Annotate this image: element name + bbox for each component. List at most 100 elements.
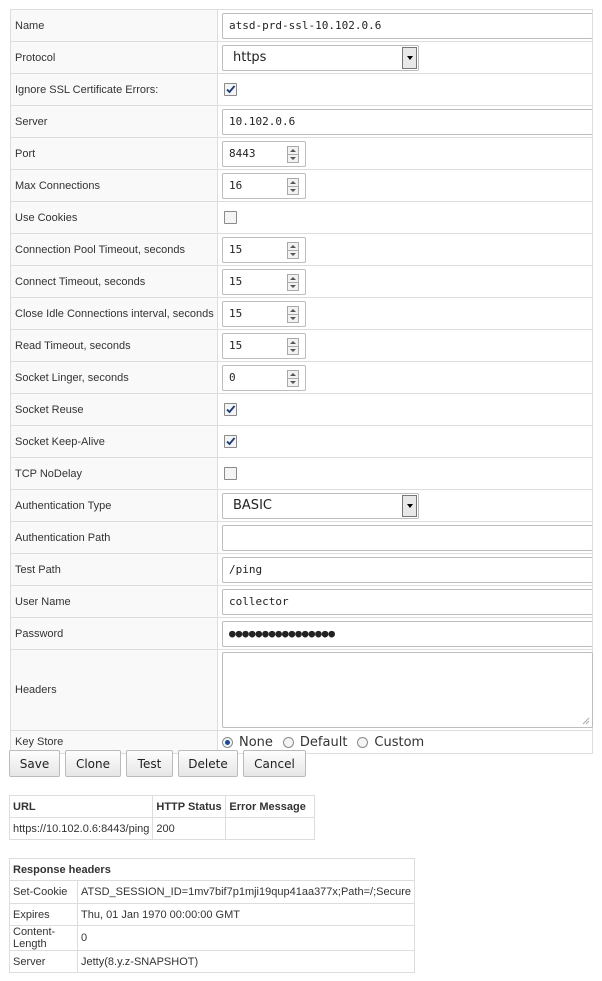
test-path-input[interactable]: /ping xyxy=(222,556,593,583)
connect-timeout-stepper[interactable] xyxy=(287,273,299,291)
socket-linger-input[interactable]: 0 xyxy=(222,364,306,391)
max-connections-input[interactable]: 16 xyxy=(222,172,306,199)
table-row: Server Jetty(8.y.z-SNAPSHOT) xyxy=(9,950,415,973)
tcp-nodelay-label: TCP NoDelay xyxy=(10,457,218,490)
key-store-option-none[interactable]: None xyxy=(222,735,273,750)
key-store-option-custom[interactable]: Custom xyxy=(357,735,424,750)
chevron-down-icon[interactable] xyxy=(402,494,417,517)
arrow-up-icon[interactable] xyxy=(287,273,299,283)
result-status: 200 xyxy=(152,817,227,840)
arrow-down-icon[interactable] xyxy=(287,186,299,195)
delete-button[interactable]: Delete xyxy=(178,750,238,777)
connect-timeout-input[interactable]: 15 xyxy=(222,268,306,295)
column-header-url: URL xyxy=(8,795,154,818)
auth-path-label: Authentication Path xyxy=(10,521,218,554)
key-store-radio-group: None Default Custom xyxy=(222,735,588,750)
user-name-input[interactable]: collector xyxy=(222,588,593,615)
radio-selected-icon[interactable] xyxy=(222,736,233,748)
key-store-option-label: None xyxy=(239,734,273,750)
read-timeout-label: Read Timeout, seconds xyxy=(10,329,218,362)
socket-reuse-checkbox[interactable] xyxy=(224,403,237,416)
close-idle-value: 15 xyxy=(229,307,243,320)
max-connections-stepper[interactable] xyxy=(287,177,299,195)
table-row: https://10.102.0.6:8443/ping 200 xyxy=(8,817,316,840)
close-idle-label: Close Idle Connections interval, seconds xyxy=(10,297,218,330)
socket-linger-label: Socket Linger, seconds xyxy=(10,361,218,394)
read-timeout-stepper[interactable] xyxy=(287,337,299,355)
ignore-ssl-checkbox[interactable] xyxy=(224,83,237,96)
arrow-down-icon[interactable] xyxy=(287,314,299,323)
result-url: https://10.102.0.6:8443/ping xyxy=(8,817,154,840)
table-row: Content-Length 0 xyxy=(9,925,415,951)
pool-timeout-stepper[interactable] xyxy=(287,241,299,259)
arrow-up-icon[interactable] xyxy=(287,241,299,251)
socket-linger-value: 0 xyxy=(229,371,236,384)
header-name: Content-Length xyxy=(9,925,78,951)
name-input[interactable]: atsd-prd-ssl-10.102.0.6 xyxy=(222,12,593,39)
connect-timeout-value: 15 xyxy=(229,275,243,288)
socket-linger-stepper[interactable] xyxy=(287,369,299,387)
check-icon xyxy=(226,405,236,414)
max-connections-label: Max Connections xyxy=(10,169,218,202)
port-stepper[interactable] xyxy=(287,145,299,163)
response-headers-title: Response headers xyxy=(9,858,415,881)
max-connections-value: 16 xyxy=(229,179,243,192)
auth-type-select[interactable]: BASIC xyxy=(222,492,419,519)
read-timeout-value: 15 xyxy=(229,339,243,352)
user-name-label: User Name xyxy=(10,585,218,618)
socket-keepalive-label: Socket Keep-Alive xyxy=(10,425,218,458)
use-cookies-checkbox[interactable] xyxy=(224,211,237,224)
close-idle-input[interactable]: 15 xyxy=(222,300,306,327)
password-input[interactable]: ●●●●●●●●●●●●●●●● xyxy=(222,620,593,647)
tcp-nodelay-checkbox[interactable] xyxy=(224,467,237,480)
header-name: Server xyxy=(9,950,78,973)
header-value: 0 xyxy=(77,925,415,951)
protocol-value: https xyxy=(233,50,267,65)
protocol-select[interactable]: https xyxy=(222,44,419,71)
pool-timeout-input[interactable]: 15 xyxy=(222,236,306,263)
arrow-up-icon[interactable] xyxy=(287,177,299,187)
port-input[interactable]: 8443 xyxy=(222,140,306,167)
check-icon xyxy=(226,85,236,94)
read-timeout-input[interactable]: 15 xyxy=(222,332,306,359)
header-name: Expires xyxy=(9,903,78,926)
radio-icon[interactable] xyxy=(357,736,369,748)
server-input[interactable]: 10.102.0.6 xyxy=(222,108,593,135)
test-button[interactable]: Test xyxy=(126,750,173,777)
save-button[interactable]: Save xyxy=(9,750,60,777)
arrow-up-icon[interactable] xyxy=(287,337,299,347)
arrow-up-icon[interactable] xyxy=(287,369,299,379)
arrow-up-icon[interactable] xyxy=(287,145,299,155)
arrow-up-icon[interactable] xyxy=(287,305,299,315)
table-row: Expires Thu, 01 Jan 1970 00:00:00 GMT xyxy=(9,903,415,926)
header-value: ATSD_SESSION_ID=1mv7bif7p1mji19qup41aa37… xyxy=(77,880,415,904)
settings-form: Name atsd-prd-ssl-10.102.0.6 Protocol ht… xyxy=(10,9,593,754)
key-store-option-default[interactable]: Default xyxy=(282,735,347,750)
resize-grip-icon[interactable] xyxy=(582,717,590,725)
arrow-down-icon[interactable] xyxy=(287,154,299,163)
name-label: Name xyxy=(10,9,218,42)
table-row: Set-Cookie ATSD_SESSION_ID=1mv7bif7p1mji… xyxy=(9,880,415,904)
auth-type-label: Authentication Type xyxy=(10,489,218,522)
key-store-option-label: Custom xyxy=(374,734,425,750)
headers-textarea[interactable] xyxy=(222,652,593,728)
arrow-down-icon[interactable] xyxy=(287,250,299,259)
cancel-button[interactable]: Cancel xyxy=(243,750,306,777)
arrow-down-icon[interactable] xyxy=(287,346,299,355)
pool-timeout-label: Connection Pool Timeout, seconds xyxy=(10,233,218,266)
close-idle-stepper[interactable] xyxy=(287,305,299,323)
arrow-down-icon[interactable] xyxy=(287,282,299,291)
radio-icon[interactable] xyxy=(282,736,294,748)
auth-path-input[interactable] xyxy=(222,524,593,551)
port-value: 8443 xyxy=(229,147,256,160)
headers-label: Headers xyxy=(10,649,218,731)
port-label: Port xyxy=(10,137,218,170)
socket-keepalive-checkbox[interactable] xyxy=(224,435,237,448)
clone-button[interactable]: Clone xyxy=(65,750,121,777)
chevron-down-icon[interactable] xyxy=(402,46,417,69)
socket-reuse-label: Socket Reuse xyxy=(10,393,218,426)
arrow-down-icon[interactable] xyxy=(287,378,299,387)
check-icon xyxy=(226,437,236,446)
test-result-table: URL HTTP Status Error Message https://10… xyxy=(8,795,316,840)
password-label: Password xyxy=(10,617,218,650)
